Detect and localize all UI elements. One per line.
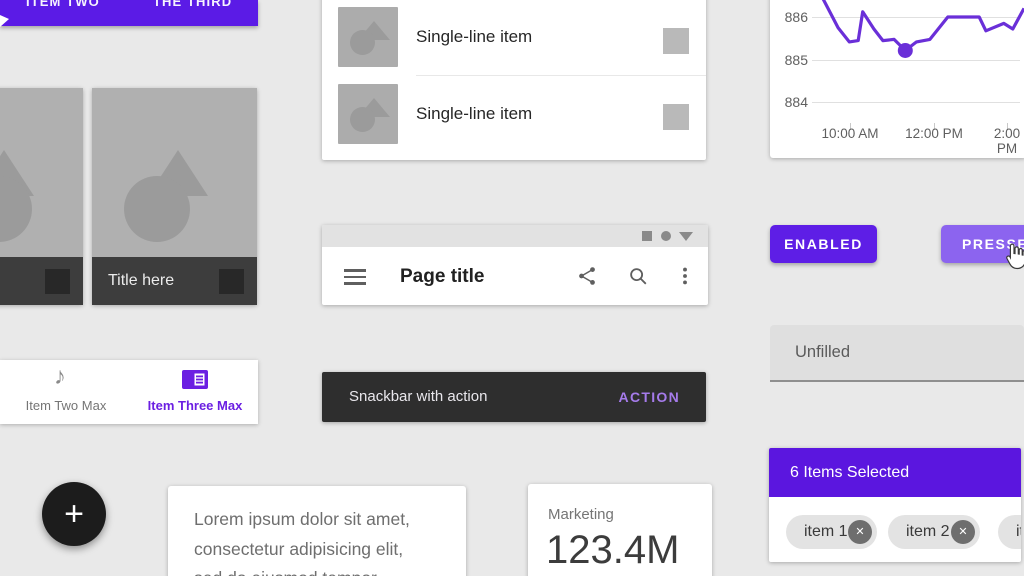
enabled-button[interactable]: ENABLED <box>770 225 877 263</box>
media-title: Title here <box>108 257 174 305</box>
list-thumbnail <box>338 7 398 67</box>
tab-item-two[interactable]: ITEM TWO <box>26 0 100 9</box>
appbar-window-strip <box>322 225 708 247</box>
snackbar: Snackbar with action ACTION <box>322 372 706 422</box>
appbar-card: Page title <box>322 225 708 305</box>
unfilled-text-field[interactable]: Unfilled <box>770 325 1024 382</box>
tab-bar-notch <box>0 15 9 27</box>
chart-card: 886 885 884 10:00 AM 12:00 PM 2:00 PM <box>770 0 1024 158</box>
media-title-bar: Title here <box>0 257 83 305</box>
media-action-square[interactable] <box>219 269 244 294</box>
page-title: Page title <box>400 266 484 288</box>
chip-item-2[interactable]: item 2 ✕ <box>888 515 980 549</box>
overflow-icon[interactable] <box>674 265 696 287</box>
list-item-meta-square[interactable] <box>663 28 689 54</box>
chip-close-icon[interactable]: ✕ <box>848 520 872 544</box>
triangle-icon <box>679 232 693 241</box>
hand-cursor-icon <box>1004 242 1024 272</box>
article-icon <box>182 370 208 389</box>
media-action-square[interactable] <box>45 269 70 294</box>
chip-close-icon[interactable]: ✕ <box>951 520 975 544</box>
menu-icon[interactable] <box>344 269 366 285</box>
tab-bar: ITEM TWO THE THIRD <box>0 0 258 26</box>
bottom-nav-label: Item Two Max <box>6 398 126 413</box>
circle-glyph-icon <box>350 107 375 132</box>
list-item-label: Single-line item <box>416 84 532 144</box>
bottom-nav-label: Item Three Max <box>135 398 255 413</box>
music-note-icon: ♪ <box>54 363 66 391</box>
chip-item-1[interactable]: item 1 ✕ <box>786 515 877 549</box>
chip-label: item 1 <box>804 515 848 549</box>
snackbar-action-button[interactable]: ACTION <box>619 372 680 422</box>
circle-glyph-icon <box>350 30 375 55</box>
chart-line-svg <box>770 0 1024 158</box>
bottom-nav: ♪ Item Two Max Item Three Max <box>0 360 258 424</box>
plus-icon: + <box>42 482 106 542</box>
chart-highlight-dot <box>898 43 913 58</box>
lorem-text: Lorem ipsum dolor sit amet, consectetur … <box>194 505 410 576</box>
media-card[interactable]: Title here <box>92 88 257 305</box>
media-image-placeholder <box>0 88 83 257</box>
list-thumbnail <box>338 84 398 144</box>
media-card-partial[interactable]: Title here <box>0 88 83 305</box>
stat-card: Marketing 123.4M <box>528 484 712 576</box>
list-item-meta-square[interactable] <box>663 104 689 130</box>
circle-glyph-icon <box>124 176 190 242</box>
text-card: Lorem ipsum dolor sit amet, consectetur … <box>168 486 466 576</box>
fab-add-button[interactable]: + <box>42 482 106 546</box>
stat-value: 123.4M <box>546 528 679 573</box>
list-card: Single-line item Single-line item <box>322 0 706 160</box>
text-field-placeholder: Unfilled <box>795 325 850 380</box>
stat-label: Marketing <box>548 506 614 523</box>
media-image-placeholder <box>92 88 257 257</box>
square-icon <box>642 231 652 241</box>
search-icon[interactable] <box>627 265 649 287</box>
snackbar-message: Snackbar with action <box>349 372 487 422</box>
chip-item-3[interactable]: item 3 ✕ <box>998 515 1021 549</box>
selection-header: 6 Items Selected <box>769 448 1021 497</box>
list-divider <box>416 75 706 76</box>
selection-header-label: 6 Items Selected <box>790 448 909 497</box>
circle-icon <box>661 231 671 241</box>
chip-label: item 2 <box>906 515 950 549</box>
components-canvas: ITEM TWO THE THIRD Title here Title here… <box>0 0 1024 576</box>
share-icon[interactable] <box>576 265 598 287</box>
media-title-bar: Title here <box>92 257 257 305</box>
tab-the-third[interactable]: THE THIRD <box>153 0 232 9</box>
list-item-label: Single-line item <box>416 7 532 67</box>
selection-card: 6 Items Selected item 1 ✕ item 2 ✕ item … <box>769 448 1021 562</box>
chip-label: item 3 <box>1016 515 1021 549</box>
